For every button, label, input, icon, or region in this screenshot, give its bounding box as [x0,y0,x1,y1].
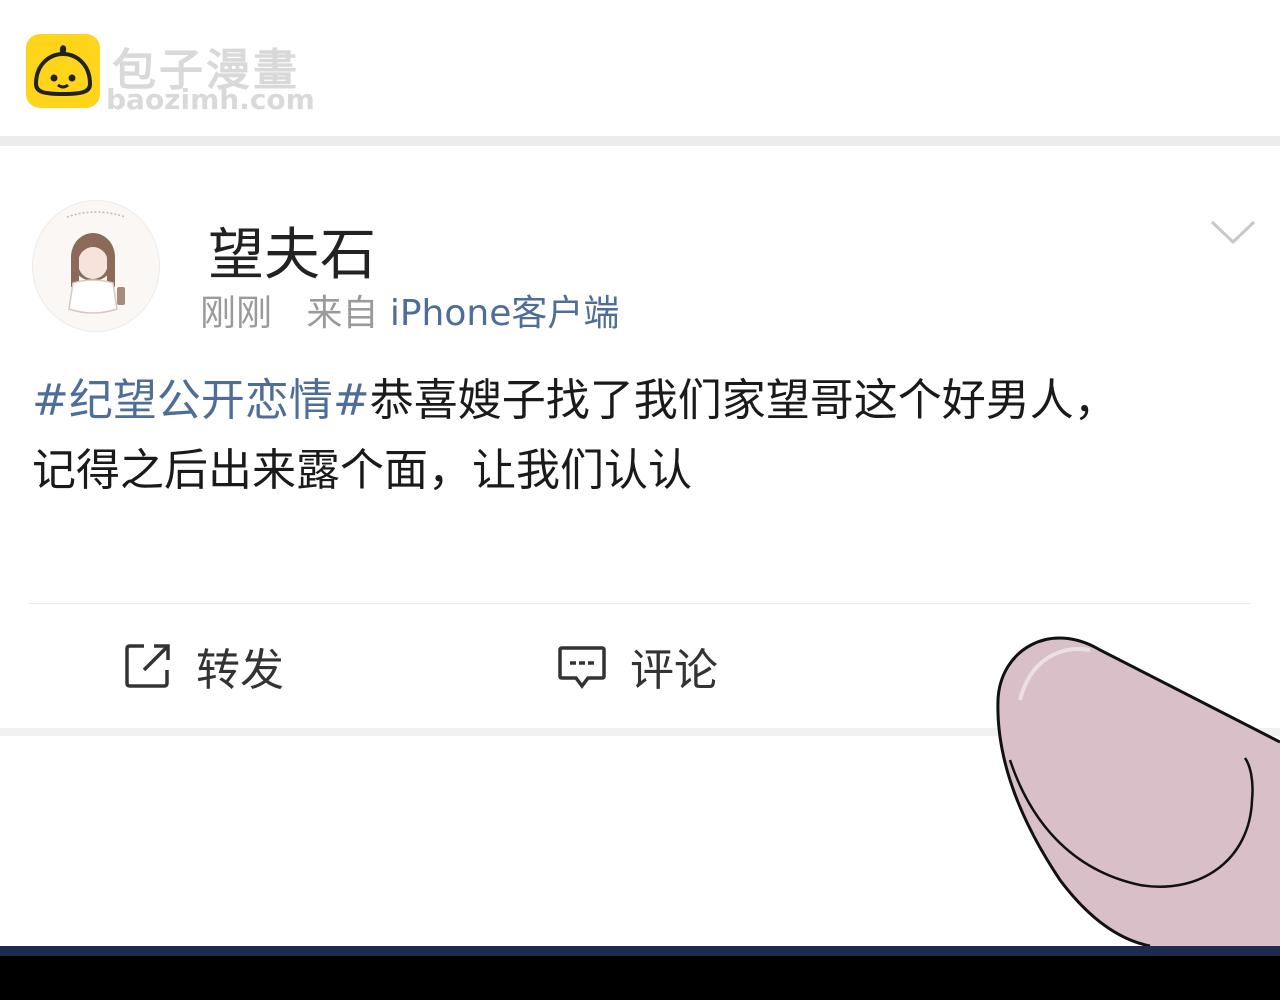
source-prefix: 来自 [306,293,379,334]
post-content: #纪望公开恋情#恭喜嫂子找了我们家望哥这个好男人， 记得之后出来露个面，让我们认… [32,366,1254,506]
avatar[interactable] [32,200,160,332]
card-bottom-separator [0,728,1280,736]
watermark-domain: baozimh.com [106,83,315,116]
hashtag-link[interactable]: #纪望公开恋情# [32,375,370,426]
post-meta: 刚刚 来自 iPhone客户端 [200,284,619,336]
post-content-line1: 恭喜嫂子找了我们家望哥这个好男人， [369,375,1118,426]
bottom-panel-border [0,946,1280,956]
watermark-header: 包子漫畫 baozimh.com [0,0,1280,136]
repost-label: 转发 [196,645,284,696]
comment-label: 评论 [630,645,718,696]
comment-button[interactable]: 评论 [556,636,718,696]
bun-logo-icon [26,34,100,108]
comment-icon [558,646,606,689]
repost-button[interactable]: 转发 [122,636,284,696]
section-separator [0,136,1280,146]
username[interactable]: 望夫石 [208,210,376,291]
post-content-line2: 记得之后出来露个面，让我们认认 [32,445,692,496]
source-app-link[interactable]: iPhone客户端 [390,293,620,334]
share-icon [125,644,170,688]
chevron-down-icon[interactable] [1208,214,1258,248]
action-divider [28,603,1250,604]
bottom-black-bar [0,956,1280,1000]
post-time: 刚刚 [200,293,273,334]
